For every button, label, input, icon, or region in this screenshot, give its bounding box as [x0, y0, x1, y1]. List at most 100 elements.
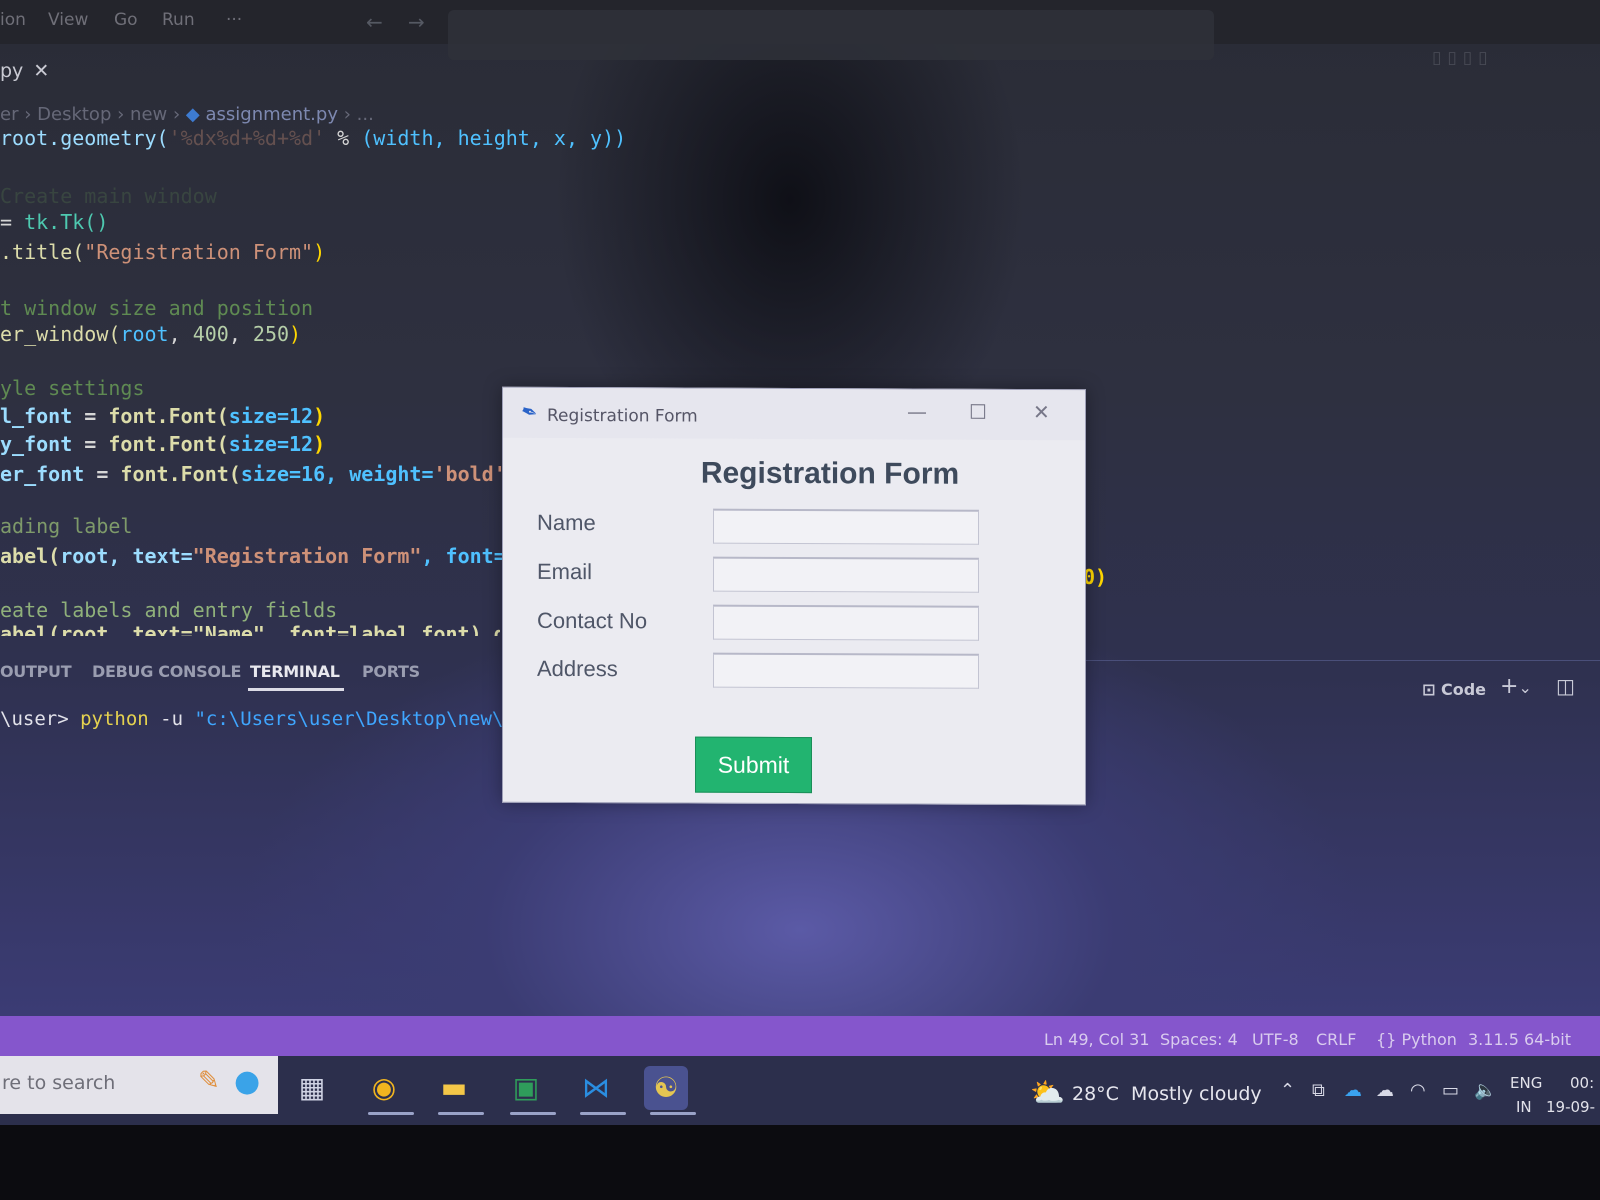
braces-icon: {}	[1376, 1030, 1402, 1049]
active-app-indicator	[368, 1112, 414, 1115]
chrome-icon[interactable]: ◉	[362, 1066, 406, 1110]
panel-divider	[1060, 660, 1600, 661]
search-placeholder: re to search	[2, 1072, 116, 1094]
dialog-title: Registration Form	[547, 405, 698, 427]
python-file-icon: ◆	[185, 104, 200, 125]
menu-item-run[interactable]: Run	[162, 10, 195, 30]
split-terminal-icon[interactable]: ◫	[1556, 674, 1575, 698]
wifi-icon[interactable]: ◠	[1410, 1080, 1426, 1101]
active-app-indicator	[650, 1112, 696, 1115]
email-label: Email	[537, 558, 593, 585]
code-line[interactable]: er_window(root, 400, 250)	[0, 322, 301, 346]
terminal-flag: -u	[148, 708, 195, 730]
weather-desc: Mostly cloudy	[1131, 1083, 1262, 1105]
code-line[interactable]: yle settings	[0, 376, 145, 400]
meet-icon[interactable]: ⧉	[1312, 1080, 1325, 1101]
terminal-profile-button[interactable]: ⊡ Code	[1422, 680, 1486, 699]
indentation-status[interactable]: Spaces: 4	[1160, 1030, 1238, 1049]
email-field[interactable]	[713, 556, 979, 593]
breadcrumb-item[interactable]: new	[130, 104, 167, 125]
breadcrumb-file[interactable]: assignment.py	[205, 104, 338, 125]
command-center-search[interactable]	[448, 10, 1214, 60]
submit-button[interactable]: Submit	[695, 736, 812, 794]
editor-tab[interactable]: py ✕	[0, 60, 49, 82]
weather-cloud-icon[interactable]: ⛅	[1030, 1076, 1065, 1109]
close-icon[interactable]: ✕	[1033, 400, 1050, 424]
breadcrumb-item[interactable]: Desktop	[37, 104, 111, 125]
language-indicator-bottom: IN	[1516, 1098, 1532, 1116]
menu-item-go[interactable]: Go	[114, 10, 138, 30]
terminal-command: python	[80, 708, 149, 730]
back-arrow-icon[interactable]: ←	[366, 10, 383, 34]
weather-widget[interactable]: 28°C Mostly cloudy	[1072, 1083, 1262, 1105]
vscode-icon[interactable]: ⋈	[574, 1066, 618, 1110]
task-view-icon[interactable]: ▦	[290, 1066, 334, 1110]
minimize-icon[interactable]: —	[907, 399, 927, 423]
encoding-status[interactable]: UTF-8	[1252, 1030, 1299, 1049]
code-line[interactable]: .title("Registration Form")	[0, 240, 325, 264]
onedrive-icon[interactable]: ☁	[1344, 1080, 1362, 1101]
form-heading: Registration Form	[700, 456, 960, 491]
cloud-icon[interactable]: ☁	[1376, 1080, 1394, 1101]
menu-item-more[interactable]: ···	[226, 10, 242, 30]
chevron-up-icon[interactable]: ⌃	[1280, 1080, 1295, 1101]
tk-feather-icon: ✒	[517, 397, 542, 427]
tab-terminal[interactable]: TERMINAL	[248, 662, 344, 691]
battery-icon[interactable]: ▭	[1442, 1080, 1459, 1101]
layout-controls[interactable]: ▯▯▯▯	[1432, 48, 1493, 68]
breadcrumb: er › Desktop › new › ◆ assignment.py › .…	[0, 104, 374, 125]
menu-item-view[interactable]: View	[48, 10, 88, 30]
contact-no-label: Contact No	[537, 607, 648, 634]
code-line[interactable]: abel(root, text="Registration Form", fon…	[0, 544, 542, 568]
clock-time[interactable]: 00:	[1570, 1074, 1594, 1092]
forward-arrow-icon[interactable]: →	[408, 10, 425, 34]
cursor-position[interactable]: Ln 49, Col 31	[1044, 1030, 1150, 1049]
address-label: Address	[537, 655, 618, 682]
code-line[interactable]: er_font = font.Font(size=16, weight='bol…	[0, 462, 518, 486]
close-icon[interactable]: ✕	[33, 60, 49, 82]
python-app-icon[interactable]: ☯	[644, 1066, 688, 1110]
tab-output[interactable]: OUTPUT	[0, 662, 72, 681]
active-app-indicator	[438, 1112, 484, 1115]
code-line[interactable]: t window size and position	[0, 296, 313, 320]
terminal-line[interactable]: \user> python -u "c:\Users\user\Desktop\…	[0, 708, 561, 730]
contact-no-field[interactable]	[713, 604, 979, 641]
tab-debug-console[interactable]: DEBUG CONSOLE	[92, 662, 241, 681]
terminal-profile-label: Code	[1440, 680, 1487, 699]
code-line[interactable]: eate labels and entry fields	[0, 598, 337, 622]
code-line[interactable]: abel(root, text="Name", font=label_font)…	[0, 622, 500, 636]
menu-item-selection[interactable]: ion	[0, 10, 26, 30]
code-line[interactable]: l_font = font.Font(size=12)	[0, 404, 325, 428]
language-mode[interactable]: {} Python	[1376, 1030, 1457, 1049]
breadcrumb-item[interactable]: ...	[357, 104, 374, 125]
python-interpreter[interactable]: 3.11.5 64-bit	[1468, 1030, 1571, 1049]
tab-ports[interactable]: PORTS	[362, 662, 420, 681]
file-explorer-icon[interactable]: ▬	[432, 1066, 476, 1110]
plus-icon: +	[1500, 674, 1519, 699]
desktop-screen: ion View Go Run ··· ← → ▯▯▯▯ py ✕ er › De…	[0, 0, 1600, 1125]
weather-temp: 28°C	[1072, 1083, 1119, 1105]
chevron-down-icon: ⌄	[1518, 678, 1532, 697]
editor-tab-label: py	[0, 60, 24, 82]
language-indicator-top[interactable]: ENG	[1510, 1074, 1542, 1092]
status-bar	[0, 1016, 1600, 1056]
monitor-bezel	[0, 1125, 1600, 1200]
code-line[interactable]: ading label	[0, 514, 132, 538]
code-line[interactable]: = tk.Tk()	[0, 210, 108, 234]
code-line[interactable]: root.geometry('%dx%d+%d+%d' % (width, he…	[0, 126, 626, 150]
maximize-icon[interactable]: ☐	[969, 400, 987, 424]
breadcrumb-item[interactable]: er	[0, 104, 18, 125]
name-label: Name	[537, 509, 596, 536]
new-terminal-button[interactable]: +⌄	[1500, 674, 1532, 699]
code-line[interactable]: y_font = font.Font(size=12)	[0, 432, 325, 456]
code-line[interactable]: Create main window	[0, 184, 217, 208]
code-fragment: 0)	[1083, 565, 1108, 589]
address-field[interactable]	[713, 652, 979, 689]
terminal-prompt: \user>	[0, 708, 81, 730]
search-highlight-icon: ✎	[198, 1066, 220, 1096]
excel-icon[interactable]: ▣	[504, 1066, 548, 1110]
eol-status[interactable]: CRLF	[1316, 1030, 1356, 1049]
dialog-titlebar[interactable]: ✒ Registration Form — ☐ ✕	[503, 387, 1085, 441]
volume-icon[interactable]: 🔈	[1474, 1080, 1496, 1101]
name-field[interactable]	[713, 508, 979, 545]
